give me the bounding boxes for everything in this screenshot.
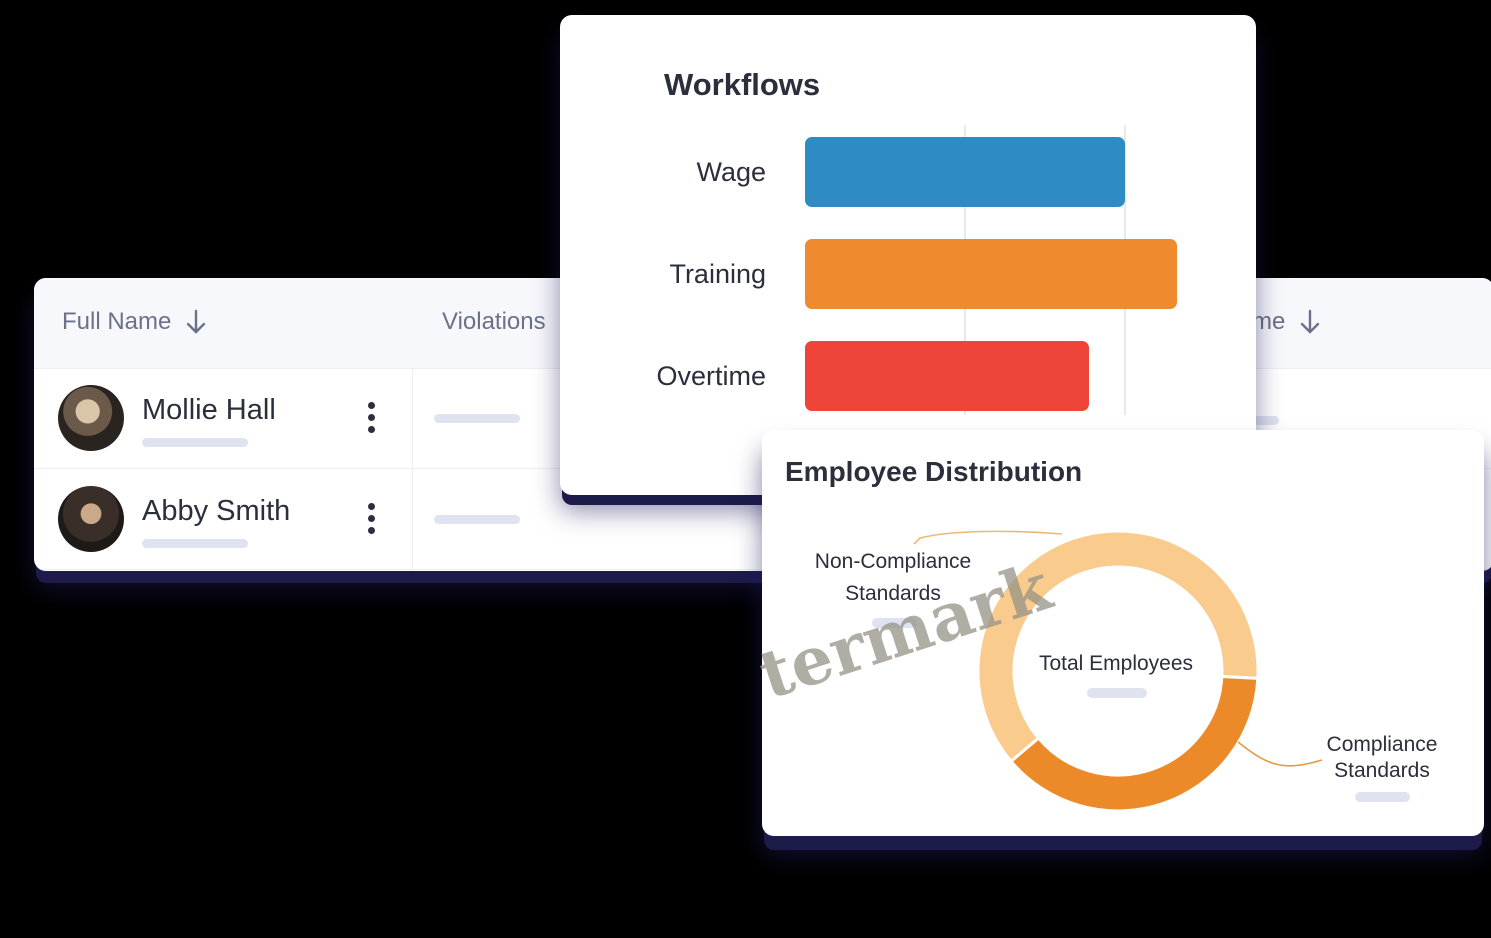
avatar	[58, 486, 124, 552]
column-full-name-label: Full Name	[62, 308, 172, 335]
placeholder-line	[142, 539, 248, 548]
column-violations[interactable]: Violations	[442, 308, 546, 336]
workflows-card: Workflows Wage Training Overtime	[560, 15, 1256, 495]
sort-down-icon[interactable]	[185, 309, 207, 335]
bar-label-wage: Wage	[696, 157, 766, 187]
bar-label-training: Training	[669, 259, 766, 289]
label-compliance: Compliance Standards	[1326, 733, 1438, 782]
sort-down-icon[interactable]	[1299, 309, 1321, 335]
bar-training[interactable]	[805, 239, 1177, 309]
bar-label-overtime: Overtime	[656, 361, 766, 391]
column-violations-label: Violations	[442, 308, 546, 335]
bar-wage[interactable]	[805, 137, 1125, 207]
avatar	[58, 385, 124, 451]
placeholder-line	[1355, 792, 1410, 802]
donut-center-label: Total Employees	[1038, 652, 1194, 675]
employee-name: Abby Smith	[142, 495, 291, 527]
placeholder-line	[1087, 688, 1147, 698]
column-divider	[412, 368, 413, 468]
more-options-icon[interactable]	[364, 503, 378, 539]
column-divider	[412, 469, 413, 569]
placeholder-line	[434, 515, 520, 524]
placeholder-line	[434, 414, 520, 423]
column-full-name[interactable]: Full Name	[62, 308, 207, 336]
more-options-icon[interactable]	[364, 402, 378, 438]
bar-overtime[interactable]	[805, 341, 1089, 411]
leader-line	[913, 530, 1063, 545]
employee-name: Mollie Hall	[142, 394, 276, 426]
leader-line	[1237, 741, 1323, 767]
workflows-bar-chart: Wage Training Overtime	[656, 125, 1177, 415]
placeholder-line	[142, 438, 248, 447]
